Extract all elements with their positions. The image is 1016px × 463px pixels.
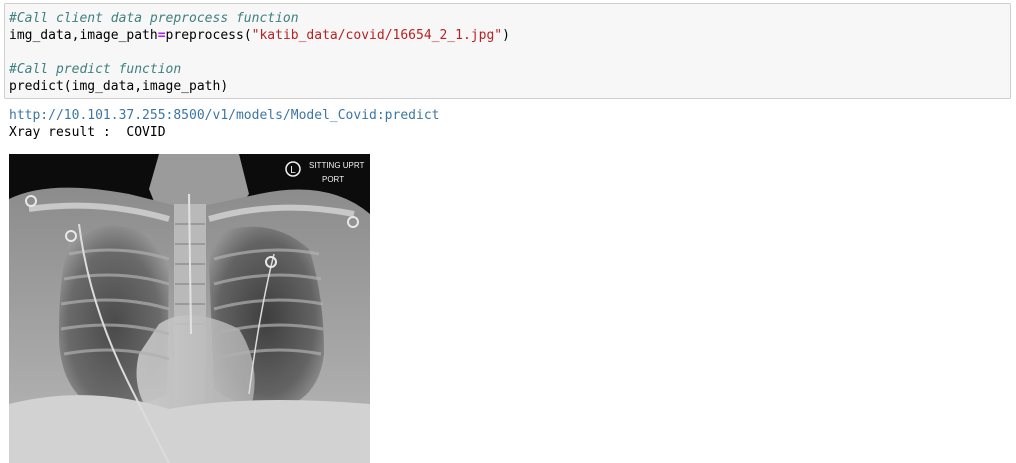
assignment-targets: img_data,image_path [9, 28, 158, 43]
code-comment-predict: #Call predict function [9, 61, 181, 78]
xray-label-line2: PORT [322, 175, 344, 184]
image-path-string: "katib_data/covid/16654_2_1.jpg" [251, 28, 503, 43]
xray-label-line1: SITTING UPRT [309, 161, 365, 170]
output-url: http://10.101.37.255:8500/v1/models/Mode… [9, 108, 440, 123]
closing-paren: ) [502, 28, 510, 43]
marker-letter: L [290, 165, 296, 176]
output-result: Xray result : COVID [9, 125, 166, 140]
xray-image: L SITTING UPRT PORT [9, 154, 370, 463]
assignment-operator: = [157, 28, 166, 43]
comment-text: #Call predict function [9, 62, 182, 77]
code-preprocess-call: img_data,image_path=preprocess("katib_da… [9, 27, 510, 44]
predict-call-text: predict(img_data,image_path) [9, 79, 229, 94]
comment-text: #Call client data preprocess function [9, 11, 299, 26]
code-comment-preprocess: #Call client data preprocess function [9, 10, 299, 27]
code-cell[interactable]: #Call client data preprocess function im… [4, 3, 1011, 99]
preprocess-function: preprocess( [165, 28, 252, 43]
code-predict-call: predict(img_data,image_path) [9, 78, 228, 95]
